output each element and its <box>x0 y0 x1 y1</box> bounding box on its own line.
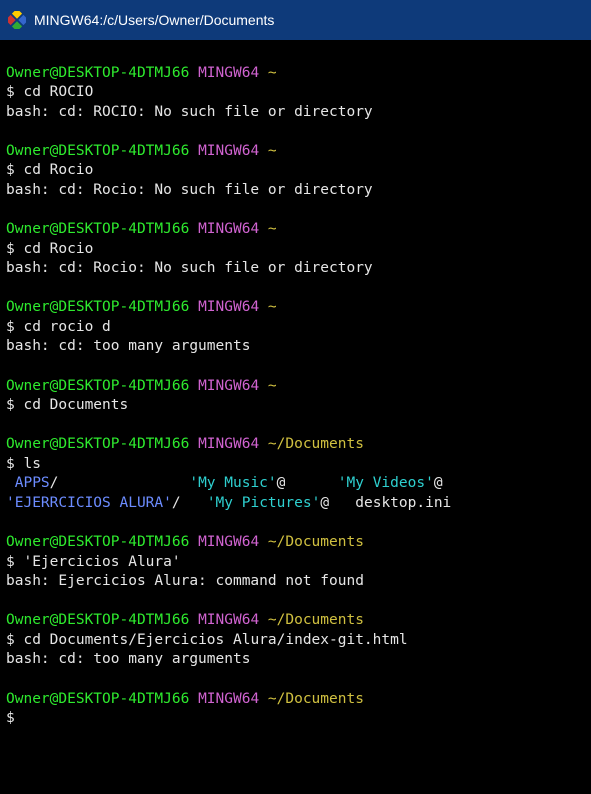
blank-line <box>6 122 585 142</box>
prompt-env: MINGW64 <box>198 691 259 707</box>
prompt-env: MINGW64 <box>198 299 259 315</box>
command-text: 'Ejercicios Alura' <box>23 554 180 570</box>
prompt-user: Owner@DESKTOP-4DTMJ66 <box>6 221 189 237</box>
prompt-line: Owner@DESKTOP-4DTMJ66 MINGW64 ~ <box>6 298 585 318</box>
prompt-path: ~ <box>268 221 277 237</box>
prompt-env: MINGW64 <box>198 221 259 237</box>
prompt-path: ~/Documents <box>268 534 364 550</box>
ls-output-row: 'EJERRCICIOS ALURA'/ 'My Pictures'@ desk… <box>6 494 585 514</box>
prompt-symbol: $ <box>6 710 23 726</box>
prompt-user: Owner@DESKTOP-4DTMJ66 <box>6 612 189 628</box>
command-line: $ 'Ejercicios Alura' <box>6 553 585 573</box>
prompt-env: MINGW64 <box>198 612 259 628</box>
prompt-line: Owner@DESKTOP-4DTMJ66 MINGW64 ~/Document… <box>6 533 585 553</box>
blank-line <box>6 279 585 299</box>
prompt-user: Owner@DESKTOP-4DTMJ66 <box>6 534 189 550</box>
prompt-user: Owner@DESKTOP-4DTMJ66 <box>6 65 189 81</box>
app-icon <box>8 11 26 29</box>
output-line: bash: cd: ROCIO: No such file or directo… <box>6 103 585 123</box>
prompt-line: Owner@DESKTOP-4DTMJ66 MINGW64 ~ <box>6 220 585 240</box>
window-title: MINGW64:/c/Users/Owner/Documents <box>34 12 274 28</box>
symlink-entry: 'My Videos' <box>338 475 434 491</box>
prompt-symbol: $ <box>6 554 23 570</box>
output-line: bash: cd: Rocio: No such file or directo… <box>6 181 585 201</box>
prompt-symbol: $ <box>6 162 23 178</box>
prompt-env: MINGW64 <box>198 143 259 159</box>
output-line: bash: cd: Rocio: No such file or directo… <box>6 259 585 279</box>
prompt-line: Owner@DESKTOP-4DTMJ66 MINGW64 ~ <box>6 64 585 84</box>
command-text: cd Documents/Ejercicios Alura/index-git.… <box>23 632 407 648</box>
prompt-path: ~/Documents <box>268 436 364 452</box>
prompt-env: MINGW64 <box>198 378 259 394</box>
blank-line <box>6 514 585 534</box>
prompt-user: Owner@DESKTOP-4DTMJ66 <box>6 143 189 159</box>
prompt-user: Owner@DESKTOP-4DTMJ66 <box>6 691 189 707</box>
prompt-line: Owner@DESKTOP-4DTMJ66 MINGW64 ~/Document… <box>6 690 585 710</box>
command-text: cd Rocio <box>23 241 93 257</box>
blank-line <box>6 592 585 612</box>
blank-line <box>6 670 585 690</box>
prompt-user: Owner@DESKTOP-4DTMJ66 <box>6 299 189 315</box>
prompt-user: Owner@DESKTOP-4DTMJ66 <box>6 436 189 452</box>
output-line: bash: cd: too many arguments <box>6 650 585 670</box>
blank-line <box>6 357 585 377</box>
prompt-line: Owner@DESKTOP-4DTMJ66 MINGW64 ~ <box>6 377 585 397</box>
terminal-area[interactable]: Owner@DESKTOP-4DTMJ66 MINGW64 ~$ cd ROCI… <box>0 40 591 733</box>
blank-line <box>6 44 585 64</box>
output-line: bash: cd: too many arguments <box>6 337 585 357</box>
command-line: $ cd Rocio <box>6 240 585 260</box>
prompt-symbol: $ <box>6 241 23 257</box>
dir-entry: 'EJERRCICIOS ALURA' <box>6 495 172 511</box>
blank-line <box>6 416 585 436</box>
command-line: $ <box>6 709 585 729</box>
command-line: $ cd Documents/Ejercicios Alura/index-gi… <box>6 631 585 651</box>
blank-line <box>6 201 585 221</box>
prompt-path: ~/Documents <box>268 612 364 628</box>
command-line: $ cd ROCIO <box>6 83 585 103</box>
symlink-entry: 'My Pictures' <box>207 495 321 511</box>
command-text: cd Documents <box>23 397 128 413</box>
prompt-line: Owner@DESKTOP-4DTMJ66 MINGW64 ~ <box>6 142 585 162</box>
prompt-env: MINGW64 <box>198 65 259 81</box>
command-line: $ cd Rocio <box>6 161 585 181</box>
symlink-entry: 'My Music' <box>189 475 276 491</box>
command-text: cd rocio d <box>23 319 110 335</box>
prompt-env: MINGW64 <box>198 436 259 452</box>
command-text: cd ROCIO <box>23 84 93 100</box>
ls-output-row: APPS/ 'My Music'@ 'My Videos'@ <box>6 474 585 494</box>
prompt-path: ~ <box>268 143 277 159</box>
prompt-path: ~ <box>268 299 277 315</box>
prompt-symbol: $ <box>6 84 23 100</box>
window-titlebar[interactable]: MINGW64:/c/Users/Owner/Documents <box>0 0 591 40</box>
prompt-path: ~/Documents <box>268 691 364 707</box>
prompt-symbol: $ <box>6 456 23 472</box>
command-text: ls <box>23 456 40 472</box>
prompt-symbol: $ <box>6 319 23 335</box>
command-line: $ ls <box>6 455 585 475</box>
command-line: $ cd rocio d <box>6 318 585 338</box>
dir-entry: APPS <box>6 475 50 491</box>
prompt-user: Owner@DESKTOP-4DTMJ66 <box>6 378 189 394</box>
prompt-env: MINGW64 <box>198 534 259 550</box>
prompt-line: Owner@DESKTOP-4DTMJ66 MINGW64 ~/Document… <box>6 435 585 455</box>
command-line: $ cd Documents <box>6 396 585 416</box>
prompt-symbol: $ <box>6 632 23 648</box>
file-entry: desktop.ini <box>355 495 451 511</box>
prompt-line: Owner@DESKTOP-4DTMJ66 MINGW64 ~/Document… <box>6 611 585 631</box>
prompt-symbol: $ <box>6 397 23 413</box>
prompt-path: ~ <box>268 65 277 81</box>
output-line: bash: Ejercicios Alura: command not foun… <box>6 572 585 592</box>
prompt-path: ~ <box>268 378 277 394</box>
command-text: cd Rocio <box>23 162 93 178</box>
